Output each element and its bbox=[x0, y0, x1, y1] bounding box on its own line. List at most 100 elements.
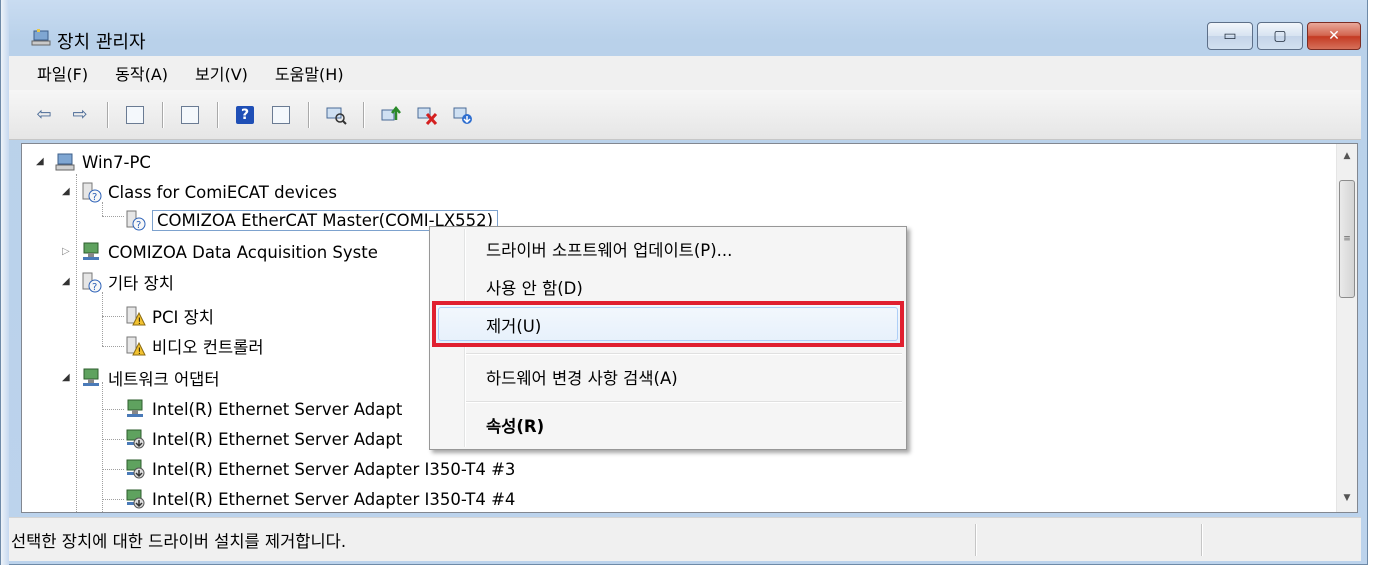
toolbar-separator bbox=[363, 101, 364, 128]
vertical-scrollbar[interactable]: ▲ ≡ ▼ bbox=[1336, 144, 1357, 512]
tree-node-label: 네트워크 어댑터 bbox=[108, 370, 220, 389]
update-driver-button[interactable] bbox=[376, 100, 406, 130]
tree-connector bbox=[102, 382, 103, 512]
scan-hardware-icon bbox=[326, 107, 347, 125]
scroll-down-icon[interactable]: ▼ bbox=[1337, 488, 1357, 508]
collapse-arrow-icon[interactable]: ◢ bbox=[36, 156, 44, 167]
computer-icon bbox=[54, 151, 76, 173]
disabled-network-adapter-icon bbox=[124, 458, 146, 480]
properties-icon bbox=[181, 105, 199, 124]
menu-uninstall[interactable]: 제거(U) bbox=[486, 313, 541, 337]
minimize-icon: ▭ bbox=[1223, 28, 1237, 44]
context-menu: 드라이버 소프트웨어 업데이트(P)... 사용 안 함(D) 제거(U) 하드… bbox=[429, 226, 907, 450]
tree-node-data-acquisition[interactable]: ▷ COMIZOA Data Acquisition Syste bbox=[62, 238, 378, 266]
tree-connector bbox=[102, 409, 124, 410]
menu-separator bbox=[466, 401, 902, 402]
grip-icon: ≡ bbox=[1343, 234, 1351, 244]
uninstall-icon bbox=[417, 107, 438, 125]
menu-update-driver[interactable]: 드라이버 소프트웨어 업데이트(P)... bbox=[486, 237, 732, 261]
unknown-device-icon: ? bbox=[124, 209, 146, 231]
tree-connector bbox=[102, 499, 124, 500]
tree-node-intel-adapter-3[interactable]: Intel(R) Ethernet Server Adapter I350-T4… bbox=[124, 455, 515, 483]
disabled-network-adapter-icon bbox=[124, 488, 146, 510]
title-bar[interactable]: 장치 관리자 ▭ ▢ ✕ bbox=[9, 6, 1361, 56]
disabled-network-adapter-icon bbox=[124, 428, 146, 450]
menu-scan-hardware[interactable]: 하드웨어 변경 사항 검색(A) bbox=[486, 365, 678, 389]
tree-node-network-adapters[interactable]: ◢ 네트워크 어댑터 bbox=[62, 364, 220, 392]
show-hide-console-tree-button[interactable] bbox=[120, 100, 150, 130]
tree-node-video-controller[interactable]: ! 비디오 컨트롤러 bbox=[124, 332, 264, 360]
unknown-device-icon: ? bbox=[80, 181, 102, 203]
tree-node-intel-adapter-4[interactable]: Intel(R) Ethernet Server Adapter I350-T4… bbox=[124, 485, 516, 512]
forward-icon: ⇨ bbox=[72, 104, 88, 125]
menu-view[interactable]: 보기(V) bbox=[195, 61, 248, 85]
toolbar-separator bbox=[217, 101, 218, 128]
menu-properties[interactable]: 속성(R) bbox=[486, 413, 544, 437]
update-driver-icon bbox=[381, 105, 401, 120]
forward-button[interactable]: ⇨ bbox=[65, 100, 95, 130]
tree-node-label: Intel(R) Ethernet Server Adapter I350-T4… bbox=[152, 459, 516, 479]
close-button[interactable]: ✕ bbox=[1307, 22, 1361, 50]
tree-node-intel-adapter-1[interactable]: Intel(R) Ethernet Server Adapt bbox=[124, 395, 402, 423]
collapse-arrow-icon[interactable]: ◢ bbox=[62, 372, 70, 383]
device-manager-app-icon bbox=[31, 28, 53, 48]
tree-node-pci-device[interactable]: ! PCI 장치 bbox=[124, 302, 214, 330]
tree-node-intel-adapter-2[interactable]: Intel(R) Ethernet Server Adapt bbox=[124, 425, 402, 453]
tree-connector bbox=[102, 439, 124, 440]
uninstall-button[interactable] bbox=[412, 100, 442, 130]
maximize-button[interactable]: ▢ bbox=[1257, 22, 1303, 50]
back-icon: ⇦ bbox=[36, 104, 52, 125]
back-button[interactable]: ⇦ bbox=[29, 100, 59, 130]
menu-file[interactable]: 파일(F) bbox=[37, 61, 88, 85]
toolbar: ⇦ ⇨ ? bbox=[9, 90, 1361, 140]
tree-connector bbox=[76, 174, 77, 512]
background-edge bbox=[1368, 0, 1373, 565]
tree-node-comiecat-class[interactable]: ◢ ? Class for ComiECAT devices bbox=[62, 178, 337, 206]
tree-node-label: Class for ComiECAT devices bbox=[108, 182, 337, 202]
expand-arrow-icon[interactable]: ▷ bbox=[62, 246, 70, 257]
tree-node-label: 비디오 컨트롤러 bbox=[152, 338, 264, 357]
network-device-icon bbox=[80, 241, 102, 263]
action-pane-button[interactable] bbox=[266, 100, 296, 130]
svg-text:?: ? bbox=[136, 220, 141, 231]
tree-root[interactable]: ◢ Win7-PC bbox=[36, 148, 151, 176]
action-pane-icon bbox=[272, 105, 290, 124]
warning-device-icon: ! bbox=[124, 335, 146, 357]
tree-node-label: PCI 장치 bbox=[152, 308, 214, 327]
svg-text:?: ? bbox=[92, 192, 97, 203]
help-button[interactable]: ? bbox=[230, 100, 260, 130]
enable-icon bbox=[453, 107, 472, 124]
enable-button[interactable] bbox=[448, 100, 478, 130]
caption-buttons: ▭ ▢ ✕ bbox=[1207, 22, 1361, 50]
menu-help[interactable]: 도움말(H) bbox=[275, 61, 344, 85]
console-tree-icon bbox=[126, 105, 144, 124]
properties-button[interactable] bbox=[175, 100, 205, 130]
network-adapter-icon bbox=[124, 398, 146, 420]
tree-node-label: Intel(R) Ethernet Server Adapt bbox=[152, 399, 403, 419]
toolbar-separator bbox=[162, 101, 163, 128]
minimize-button[interactable]: ▭ bbox=[1207, 22, 1253, 50]
scroll-up-icon[interactable]: ▲ bbox=[1337, 146, 1357, 166]
collapse-arrow-icon[interactable]: ◢ bbox=[62, 186, 70, 197]
menu-bar: 파일(F) 동작(A) 보기(V) 도움말(H) bbox=[9, 56, 1361, 90]
unknown-device-icon: ? bbox=[80, 271, 102, 293]
tree-node-label: Intel(R) Ethernet Server Adapter I350-T4… bbox=[152, 489, 516, 509]
scrollbar-thumb[interactable]: ≡ bbox=[1339, 180, 1355, 298]
close-icon: ✕ bbox=[1328, 28, 1340, 44]
tree-node-label: 기타 장치 bbox=[108, 274, 174, 293]
tree-node-other-devices[interactable]: ◢ ? 기타 장치 bbox=[62, 268, 174, 296]
svg-text:!: ! bbox=[138, 317, 142, 327]
tree-node-label: COMIZOA Data Acquisition Syste bbox=[108, 242, 378, 262]
tree-connector bbox=[102, 316, 124, 317]
menu-disable[interactable]: 사용 안 함(D) bbox=[486, 275, 583, 299]
scan-hardware-button[interactable] bbox=[321, 100, 351, 130]
window-left-edge bbox=[1, 0, 9, 565]
menu-action[interactable]: 동작(A) bbox=[115, 61, 168, 85]
toolbar-separator bbox=[308, 101, 309, 128]
maximize-icon: ▢ bbox=[1273, 28, 1287, 44]
tree-connector bbox=[102, 216, 124, 217]
collapse-arrow-icon[interactable]: ◢ bbox=[62, 276, 70, 287]
tree-root-label: Win7-PC bbox=[82, 152, 151, 172]
svg-text:!: ! bbox=[138, 347, 142, 357]
status-divider bbox=[975, 524, 976, 556]
